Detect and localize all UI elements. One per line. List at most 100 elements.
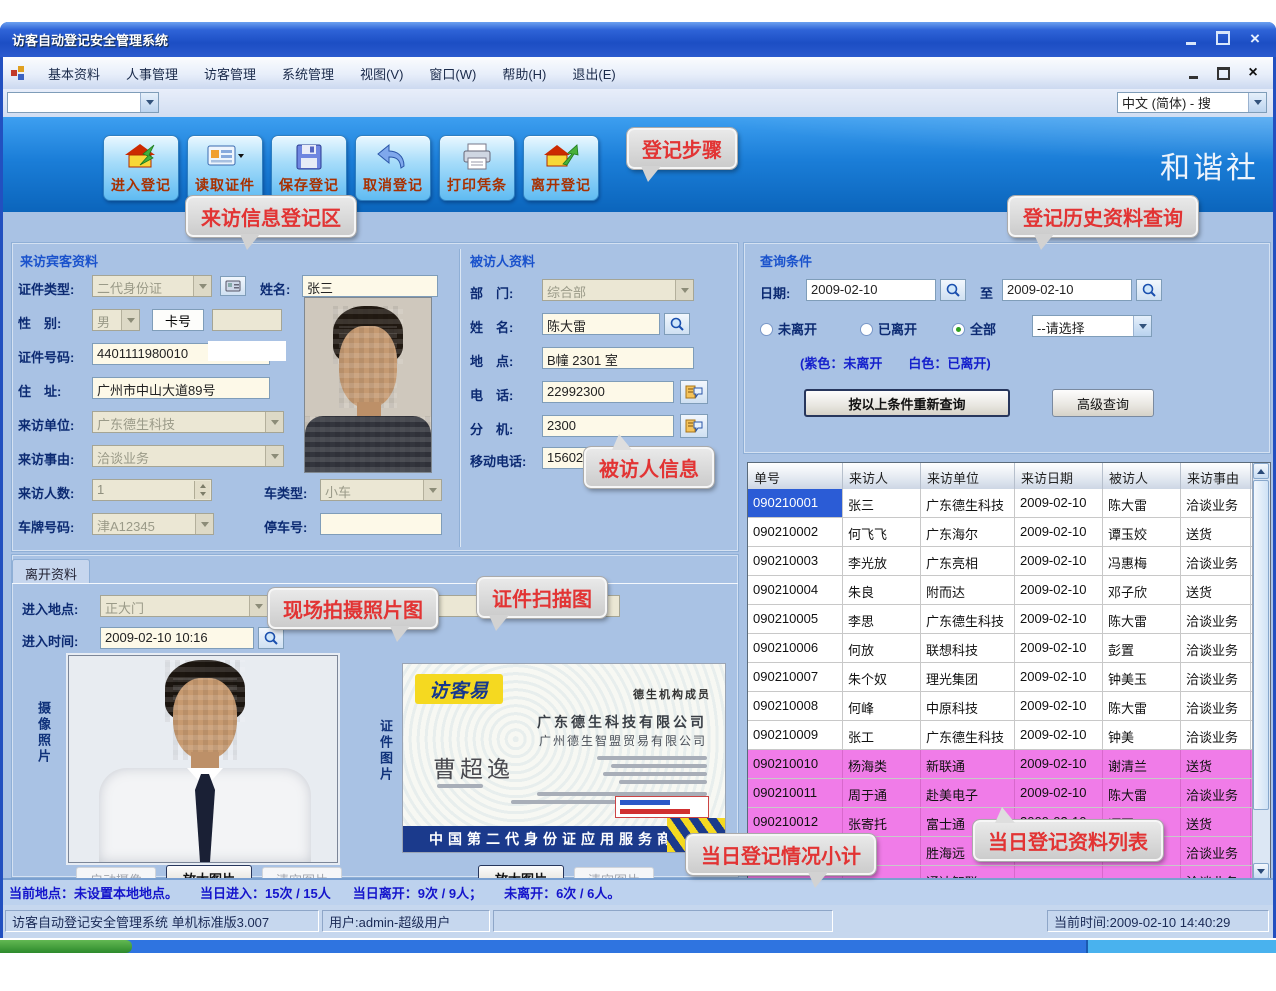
tab[interactable]: 离开资料 (12, 559, 90, 583)
plate-combo[interactable]: 津A12345 (92, 513, 214, 535)
child-restore-icon[interactable] (1215, 65, 1231, 81)
radio-all[interactable]: 全部 (952, 319, 996, 338)
cell-date[interactable]: 2009-02-10 (1015, 518, 1103, 546)
location-field[interactable]: B幢 2301 室 (542, 347, 694, 369)
table-row[interactable]: 090210002 何飞飞 广东海尔 2009-02-10 谭玉姣 送货 (748, 518, 1253, 547)
visitor-count-field[interactable]: 1 (92, 479, 212, 501)
visit-company-combo[interactable]: 广东德生科技 (92, 411, 284, 433)
requery-button[interactable]: 按以上条件重新查询 (804, 389, 1010, 417)
cell-host[interactable]: 陈大雷 (1103, 779, 1181, 807)
enter-time-field[interactable]: 2009-02-10 10:16 (100, 627, 254, 649)
cell-visitor[interactable]: 李思 (843, 605, 921, 633)
cell-reason[interactable]: 洽谈业务 (1181, 663, 1251, 691)
chevron-down-icon[interactable] (249, 596, 267, 616)
cell-reason[interactable]: 洽谈业务 (1181, 837, 1251, 865)
cell-visitor[interactable]: 何峰 (843, 692, 921, 720)
menu-item[interactable]: 基本资料 (35, 59, 113, 88)
table-column-header[interactable]: 来访人 (843, 463, 921, 489)
cell-id[interactable]: 090210005 (748, 605, 843, 633)
visitor-name-field[interactable]: 张三 (302, 275, 438, 297)
table-row[interactable]: 090210005 李思 广东德生科技 2009-02-10 陈大雷 洽谈业务 (748, 605, 1253, 634)
cancel-register-button[interactable]: 取消登记 (355, 135, 431, 201)
cell-visitor[interactable]: 朱个奴 (843, 663, 921, 691)
table-row[interactable]: 090210009 张工 广东德生科技 2009-02-10 钟美 洽谈业务 (748, 721, 1253, 750)
chevron-down-icon[interactable] (1248, 93, 1266, 112)
restore-icon[interactable] (1212, 28, 1234, 48)
cell-visitor[interactable]: 朱良 (843, 576, 921, 604)
cell-visitor[interactable]: 何飞飞 (843, 518, 921, 546)
cell-date[interactable]: 2009-02-10 (1015, 576, 1103, 604)
cell-reason[interactable]: 送货 (1181, 576, 1251, 604)
cell-host[interactable]: 谢清兰 (1103, 750, 1181, 778)
host-name-field[interactable]: 陈大雷 (542, 313, 660, 335)
menu-item[interactable]: 系统管理 (269, 59, 347, 88)
table-column-header[interactable]: 单号 (748, 463, 843, 489)
cell-visitor[interactable]: 杨海类 (843, 750, 921, 778)
leave-register-button[interactable]: 离开登记 (523, 135, 599, 201)
cell-id[interactable]: 090210003 (748, 547, 843, 575)
table-column-header[interactable]: 被访人 (1103, 463, 1181, 489)
cell-host[interactable]: 冯惠梅 (1103, 547, 1181, 575)
chevron-down-icon[interactable] (193, 276, 211, 296)
phone-field[interactable]: 22992300 (542, 381, 674, 403)
table-column-header[interactable]: 来访日期 (1015, 463, 1103, 489)
chevron-down-icon[interactable] (675, 280, 693, 300)
host-search-button[interactable] (664, 313, 690, 335)
cell-reason[interactable]: 送货 (1181, 750, 1251, 778)
chevron-down-icon[interactable] (423, 480, 441, 500)
cell-company[interactable]: 赴美电子 (921, 779, 1015, 807)
chevron-down-icon[interactable] (195, 514, 213, 534)
cell-company[interactable]: 附而达 (921, 576, 1015, 604)
cell-reason[interactable]: 洽谈业务 (1181, 779, 1251, 807)
date-to-picker-button[interactable] (1136, 279, 1162, 301)
cell-id[interactable]: 090210002 (748, 518, 843, 546)
radio-not-left[interactable]: 未离开 (760, 319, 817, 338)
gender-combo[interactable]: 男 (92, 309, 140, 331)
menu-item[interactable]: 退出(E) (559, 59, 628, 88)
cell-host[interactable]: 陈大雷 (1103, 489, 1181, 517)
scroll-thumb[interactable] (1253, 480, 1269, 810)
cell-id[interactable]: 090210006 (748, 634, 843, 662)
chevron-down-icon[interactable] (1133, 316, 1151, 336)
date-to-field[interactable]: 2009-02-10 (1002, 279, 1132, 301)
cell-id[interactable]: 090210004 (748, 576, 843, 604)
cell-date[interactable]: 2009-02-10 (1015, 721, 1103, 749)
vehicle-type-combo[interactable]: 小车 (320, 479, 442, 501)
cell-id[interactable]: 090210001 (748, 489, 843, 517)
cell-id[interactable]: 090210009 (748, 721, 843, 749)
table-row[interactable]: 090210006 何放 联想科技 2009-02-10 彭置 洽谈业务 (748, 634, 1253, 663)
cell-reason[interactable]: 洽谈业务 (1181, 692, 1251, 720)
cell-date[interactable]: 2009-02-10 (1015, 663, 1103, 691)
cell-visitor[interactable]: 张寄托 (843, 808, 921, 836)
cell-host[interactable]: 钟美玉 (1103, 663, 1181, 691)
cell-date[interactable]: 2009-02-10 (1015, 779, 1103, 807)
advanced-query-button[interactable]: 高级查询 (1052, 389, 1154, 417)
cell-reason[interactable]: 洽谈业务 (1181, 489, 1251, 517)
cell-company[interactable]: 广东德生科技 (921, 721, 1015, 749)
child-close-icon[interactable]: × (1245, 65, 1261, 81)
cell-visitor[interactable]: 何放 (843, 634, 921, 662)
radio-icon[interactable] (760, 323, 773, 336)
cell-reason[interactable]: 洽谈业务 (1181, 721, 1251, 749)
menu-item[interactable]: 访客管理 (191, 59, 269, 88)
radio-icon[interactable] (860, 323, 873, 336)
card-number-field[interactable] (212, 309, 282, 331)
address-field[interactable]: 广州市中山大道89号 (92, 377, 270, 399)
menu-item[interactable]: 人事管理 (113, 59, 191, 88)
table-row[interactable]: 090210011 周于通 赴美电子 2009-02-10 陈大雷 洽谈业务 (748, 779, 1253, 808)
dept-combo[interactable]: 综合部 (542, 279, 694, 301)
cell-date[interactable]: 2009-02-10 (1015, 489, 1103, 517)
table-row[interactable]: 090210007 朱个奴 理光集团 2009-02-10 钟美玉 洽谈业务 (748, 663, 1253, 692)
chevron-down-icon[interactable] (265, 446, 283, 466)
table-column-header[interactable]: 来访事由 (1181, 463, 1251, 489)
cell-date[interactable]: 2009-02-10 (1015, 750, 1103, 778)
ext-notify-button[interactable] (680, 414, 708, 438)
table-row[interactable]: 090210001 张三 广东德生科技 2009-02-10 陈大雷 洽谈业务 (748, 489, 1253, 518)
quick-combo[interactable] (7, 92, 159, 113)
menu-item[interactable]: 视图(V) (347, 59, 416, 88)
cell-company[interactable]: 广东亮相 (921, 547, 1015, 575)
cell-visitor[interactable]: 周于通 (843, 779, 921, 807)
cell-company[interactable]: 中原科技 (921, 692, 1015, 720)
cell-id[interactable]: 090210010 (748, 750, 843, 778)
enter-register-button[interactable]: 进入登记 (103, 135, 179, 201)
